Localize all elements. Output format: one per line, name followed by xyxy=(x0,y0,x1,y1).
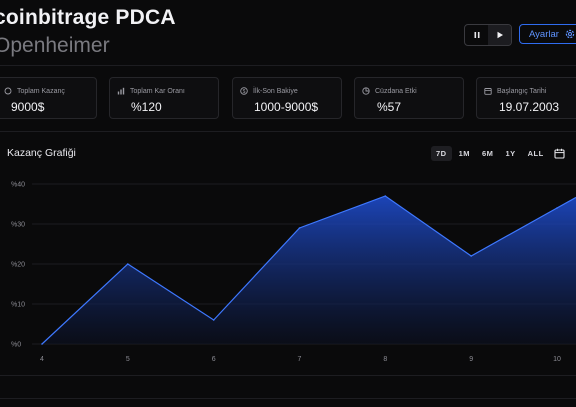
x-tick-label: 5 xyxy=(126,356,130,363)
data-point xyxy=(298,227,301,229)
data-point xyxy=(212,319,215,321)
data-point xyxy=(127,263,129,265)
data-point xyxy=(470,255,472,257)
y-tick-label: %20 xyxy=(11,262,25,269)
data-point xyxy=(556,207,558,209)
chart-bottom-divider xyxy=(0,375,576,376)
footer-divider xyxy=(0,398,576,399)
x-tick-label: 9 xyxy=(469,356,473,363)
y-tick-label: %40 xyxy=(11,182,25,189)
y-tick-label: %0 xyxy=(11,342,21,349)
data-point xyxy=(41,343,43,345)
earnings-chart: %0 %10 %20 %30 %40 4 5 6 7 8 9 10 xyxy=(11,182,576,363)
x-tick-label: 6 xyxy=(212,356,216,363)
y-tick-label: %10 xyxy=(11,302,25,309)
y-tick-label: %30 xyxy=(11,222,25,229)
x-tick-label: 7 xyxy=(298,356,302,363)
x-tick-label: 4 xyxy=(40,356,44,363)
x-tick-label: 8 xyxy=(383,356,387,363)
data-point xyxy=(384,195,387,197)
x-tick-label: 10 xyxy=(553,356,561,363)
